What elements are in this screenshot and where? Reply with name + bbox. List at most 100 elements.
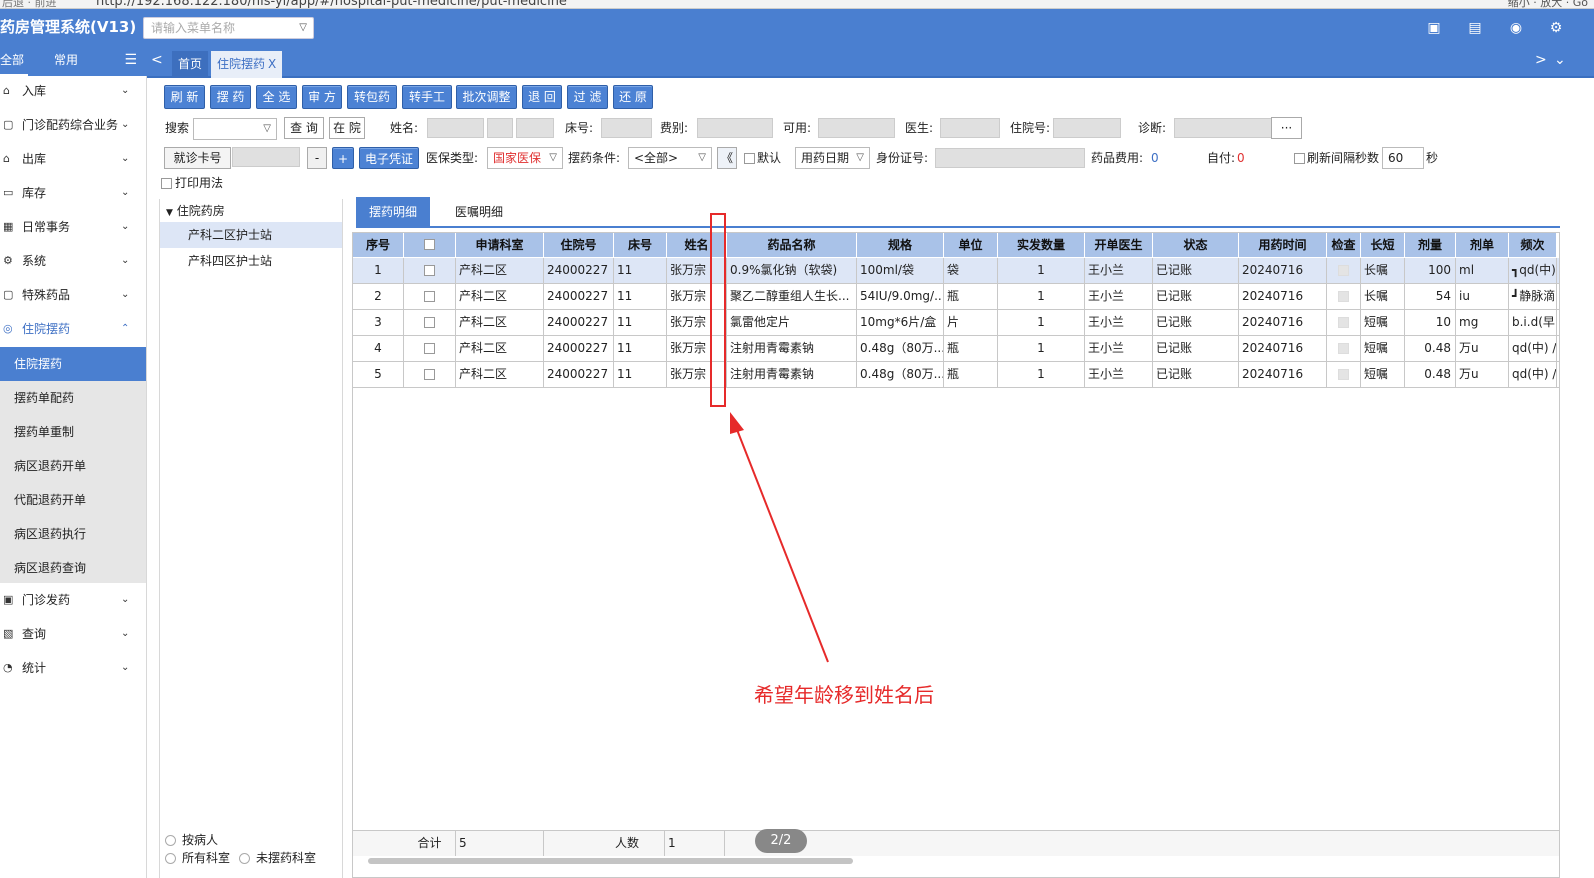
ins-type-select[interactable]: 国家医保 ▽ [487,147,563,169]
col-header-dept[interactable]: 申请科室 [456,233,544,257]
to-package-button[interactable]: 转包药 [347,85,397,109]
print-usage-checkbox[interactable] [161,178,172,189]
fee-type-field[interactable] [697,118,773,138]
tab-dispense-detail[interactable]: 摆药明细 [356,197,431,227]
cell-inspect[interactable] [1327,362,1361,387]
col-header-qty[interactable]: 实发数量 [998,233,1085,257]
cell-inspect[interactable] [1327,310,1361,335]
row-checkbox[interactable] [424,369,435,380]
tree-node-ward-2[interactable]: 产科二区护士站 [160,222,342,248]
sidebar-item-query[interactable]: ▧ 查询 ⌄ [0,617,147,651]
card-no-field[interactable] [232,147,300,167]
sex-field[interactable] [487,118,513,138]
col-header-unit[interactable]: 单位 [944,233,998,257]
collapse-button[interactable]: 《 [717,147,737,169]
query-button[interactable]: 查 询 [284,117,324,139]
col-header-check[interactable] [404,233,456,257]
refresh-interval-input[interactable]: 60 [1382,147,1424,169]
col-header-hosp-no[interactable]: 住院号 [544,233,614,257]
col-header-time[interactable]: 用药时间 [1239,233,1327,257]
inspect-checkbox[interactable] [1338,265,1349,276]
plus-button[interactable]: + [332,147,354,169]
sidebar-item-special-drugs[interactable]: ▢ 特殊药品 ⌄ [0,278,147,312]
tab-inpatient-dispense[interactable]: 住院摆药 X [211,51,283,78]
evoucher-button[interactable]: 电子凭证 [359,147,419,169]
date-type-select[interactable]: 用药日期 ▽ [795,147,870,169]
submenu-item-ward-return-open[interactable]: 病区退药开单 [0,449,146,483]
col-header-dose[interactable]: 剂量 [1405,233,1456,257]
search-select[interactable]: ▽ [193,118,277,140]
card-reader-icon[interactable]: ▣ [1423,17,1445,39]
col-header-inspect[interactable]: 检查 [1327,233,1361,257]
diagnosis-field[interactable] [1174,118,1272,138]
cell-check[interactable] [404,336,456,361]
sidebar-item-stats[interactable]: ◔ 统计 ⌄ [0,651,147,685]
cell-check[interactable] [404,258,456,283]
return-button[interactable]: 退 回 [522,85,562,109]
cell-inspect[interactable] [1327,336,1361,361]
undispensed-depts-radio[interactable] [239,853,250,864]
sidebar-item-inbound[interactable]: ⌂ 入库 ⌄ [0,74,147,108]
to-manual-button[interactable]: 转手工 [402,85,452,109]
sidebar-item-outpatient-business[interactable]: ▢ 门诊配药综合业务 ⌄ [0,108,147,142]
filter-button[interactable]: 过 滤 [567,85,608,109]
sidebar-tab-all[interactable]: 全部 [0,46,28,76]
bed-field[interactable] [601,118,652,138]
document-icon[interactable]: ▤ [1464,17,1486,39]
refresh-button[interactable]: 刷 新 [164,85,205,109]
chevron-left-icon[interactable]: < [151,52,163,68]
tab-home[interactable]: 首页 [172,51,209,78]
age-field[interactable] [516,118,554,138]
cell-inspect[interactable] [1327,258,1361,283]
submenu-item-inpatient-dispense[interactable]: 住院摆药 [0,347,146,381]
hosp-no-field[interactable] [1053,118,1121,138]
table-row[interactable]: 5 产科二区 24000227 11 张万宗 注射用青霉素钠 0.48g（80万... 瓶 1 王… [353,362,1559,388]
eye-icon[interactable]: ◉ [1505,17,1527,39]
restore-button[interactable]: 还 原 [613,85,653,109]
chevron-down-icon[interactable]: ⌄ [1554,52,1566,68]
horizontal-scrollbar[interactable] [368,858,853,864]
submenu-item-ward-return-exec[interactable]: 病区退药执行 [0,517,146,551]
sidebar-item-outpatient-dispense[interactable]: ▣ 门诊发药 ⌄ [0,583,147,617]
cell-inspect[interactable] [1327,284,1361,309]
close-icon[interactable]: X [268,57,276,71]
select-all-checkbox[interactable] [424,239,435,250]
submenu-item-ward-return-query[interactable]: 病区退药查询 [0,551,146,585]
col-header-freq[interactable]: 频次 [1509,233,1557,257]
select-all-button[interactable]: 全 选 [256,85,297,109]
browser-zoom-controls[interactable]: 缩小 · 放大 · Go [1508,0,1588,8]
refresh-interval-checkbox[interactable] [1294,153,1305,164]
review-button[interactable]: 审 方 [302,85,342,109]
menu-search-input[interactable]: 请输入菜单名称 ▽ [143,17,314,39]
id-no-field[interactable] [935,148,1085,168]
row-checkbox[interactable] [424,265,435,276]
gear-icon[interactable]: ⚙ [1545,17,1567,39]
table-row[interactable]: 1 产科二区 24000227 11 张万宗 0.9%氯化钠（软袋) 100ml/袋袋 1 王小… [353,258,1559,284]
batch-adjust-button[interactable]: 批次调整 [456,85,517,109]
more-button[interactable]: ··· [1271,117,1302,139]
browser-url[interactable]: http://192.168.122.180/his-yl/app/#/hosp… [96,0,567,8]
table-row[interactable]: 3 产科二区 24000227 11 张万宗 氯雷他定片 10mg*6片/盒片 1 王小兰 已记账… [353,310,1559,336]
in-hospital-button[interactable]: 在 院 [329,117,365,139]
sidebar-item-inpatient-dispense[interactable]: ◎ 住院摆药 ⌃ [0,312,147,346]
sidebar-item-system[interactable]: ⚙ 系统 ⌄ [0,244,147,278]
sidebar-item-outbound[interactable]: ⌂ 出库 ⌄ [0,142,147,176]
col-header-bed[interactable]: 床号 [614,233,667,257]
doctor-field[interactable] [940,118,1000,138]
inspect-checkbox[interactable] [1338,343,1349,354]
table-row[interactable]: 4 产科二区 24000227 11 张万宗 注射用青霉素钠 0.48g（80万... 瓶 1 王… [353,336,1559,362]
inspect-checkbox[interactable] [1338,291,1349,302]
cell-check[interactable] [404,284,456,309]
name-field[interactable] [427,118,484,138]
inspect-checkbox[interactable] [1338,317,1349,328]
condition-select[interactable]: <全部> ▽ [628,147,712,169]
chevron-right-icon[interactable]: > [1535,52,1547,68]
available-field[interactable] [818,118,895,138]
submenu-item-order-rebuild[interactable]: 摆药单重制 [0,415,146,449]
submenu-item-proxy-return-open[interactable]: 代配退药开单 [0,483,146,517]
col-header-dose-unit[interactable]: 剂单 [1456,233,1509,257]
col-header-seq[interactable]: 序号 [353,233,404,257]
sidebar-tab-common[interactable]: 常用 [54,46,78,76]
all-depts-radio[interactable] [165,853,176,864]
row-checkbox[interactable] [424,317,435,328]
